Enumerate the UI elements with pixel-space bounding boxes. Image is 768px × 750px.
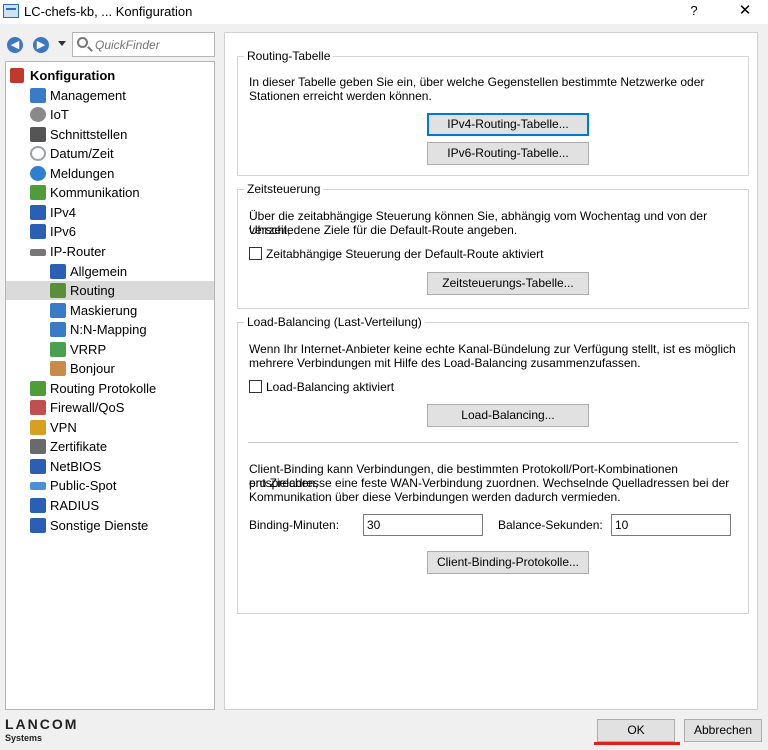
config-tree[interactable]: Konfiguration Management IoT Schnittstel… (5, 61, 215, 710)
radius-icon (30, 498, 46, 513)
management-icon (30, 88, 46, 103)
time-desc-line2: verschiedene Ziele für die Default-Route… (249, 223, 518, 237)
lb-desc-line1: Wenn Ihr Internet-Anbieter keine echte K… (249, 342, 736, 356)
bonjour-icon (50, 361, 66, 376)
time-control-group: Zeitsteuerung Über die zeitabhängige Ste… (237, 182, 749, 309)
tree-item-routing[interactable]: Routing (6, 281, 214, 300)
load-balancing-group: Load-Balancing (Last-Verteilung) Wenn Ih… (237, 315, 749, 614)
quickfinder-box[interactable] (72, 32, 215, 57)
network-icon (30, 185, 46, 200)
lb-desc-line2: mehrere Verbindungen mit Hilfe des Load-… (249, 356, 641, 370)
allgemein-icon (50, 264, 66, 279)
plug-icon (30, 127, 46, 142)
tree-item-konfiguration[interactable]: Konfiguration (10, 66, 210, 85)
ok-highlight-underline (594, 742, 680, 745)
balance-seconds-field[interactable] (611, 514, 731, 536)
balance-seconds-label: Balance-Sekunden: (498, 518, 603, 532)
time-control-checkbox[interactable] (249, 247, 262, 260)
history-dropdown-icon[interactable] (58, 41, 66, 46)
client-binding-desc-line3: Kommunikation über diese Verbindungen we… (249, 490, 621, 504)
routing-table-group: Routing-Tabelle In dieser Tabelle geben … (237, 49, 749, 176)
separator (248, 442, 738, 443)
wrench-icon (10, 68, 24, 83)
mask-icon (50, 303, 66, 318)
routing-desc-line2: Stationen erreicht werden können. (249, 89, 432, 103)
load-balancing-button[interactable]: Load-Balancing... (427, 404, 589, 427)
ipv4-network-icon (30, 205, 46, 220)
time-control-checkbox-label: Zeitabhängige Steuerung der Default-Rout… (266, 247, 544, 261)
app-icon (3, 4, 19, 18)
router-icon (30, 249, 46, 256)
load-balancing-checkbox[interactable] (249, 380, 262, 393)
wifi-icon (30, 482, 46, 490)
window-title: LC-chefs-kb, ... Konfiguration (24, 4, 193, 19)
netbios-icon (30, 459, 46, 474)
routing-icon (50, 283, 66, 298)
forward-arrow-icon[interactable]: ▶ (33, 37, 49, 53)
routing-table-legend: Routing-Tabelle (244, 49, 334, 63)
vrrp-icon (50, 342, 66, 357)
certificate-icon (30, 439, 46, 454)
title-bar: LC-chefs-kb, ... Konfiguration ? ✕ (0, 0, 768, 24)
binding-minutes-field[interactable] (363, 514, 483, 536)
lock-icon (30, 420, 46, 435)
services-icon (30, 518, 46, 533)
firewall-icon (30, 400, 46, 415)
routing-protocols-icon (30, 381, 46, 396)
ipv4-routing-table-button[interactable]: IPv4-Routing-Tabelle... (427, 113, 589, 136)
time-control-table-button[interactable]: Zeitsteuerungs-Tabelle... (427, 272, 589, 295)
clock-icon (30, 146, 46, 161)
cancel-button[interactable]: Abbrechen (684, 719, 762, 742)
client-binding-protocols-button[interactable]: Client-Binding-Protokolle... (427, 551, 589, 574)
search-icon (77, 37, 88, 48)
routing-desc-line1: In dieser Tabelle geben Sie ein, über we… (249, 75, 705, 89)
mapping-icon (50, 322, 66, 337)
load-balancing-legend: Load-Balancing (Last-Verteilung) (244, 315, 425, 329)
iot-icon (30, 107, 46, 122)
close-button[interactable]: ✕ (730, 2, 760, 22)
quickfinder-input[interactable] (93, 36, 211, 53)
settings-panel: Routing-Tabelle In dieser Tabelle geben … (224, 32, 758, 710)
lancom-logo: LANCOM (5, 716, 79, 732)
ipv6-network-icon (30, 224, 46, 239)
time-control-legend: Zeitsteuerung (244, 182, 324, 196)
help-button[interactable]: ? (682, 2, 706, 22)
binding-minutes-label: Binding-Minuten: (249, 518, 340, 532)
client-binding-desc-line2: pro Zieladresse eine feste WAN-Verbindun… (249, 476, 730, 490)
load-balancing-checkbox-label: Load-Balancing aktiviert (266, 380, 395, 394)
back-arrow-icon[interactable]: ◀ (7, 37, 23, 53)
lancom-logo-sub: Systems (5, 733, 43, 743)
ipv6-routing-table-button[interactable]: IPv6-Routing-Tabelle... (427, 142, 589, 165)
ok-button[interactable]: OK (597, 719, 675, 742)
info-icon (30, 166, 46, 181)
